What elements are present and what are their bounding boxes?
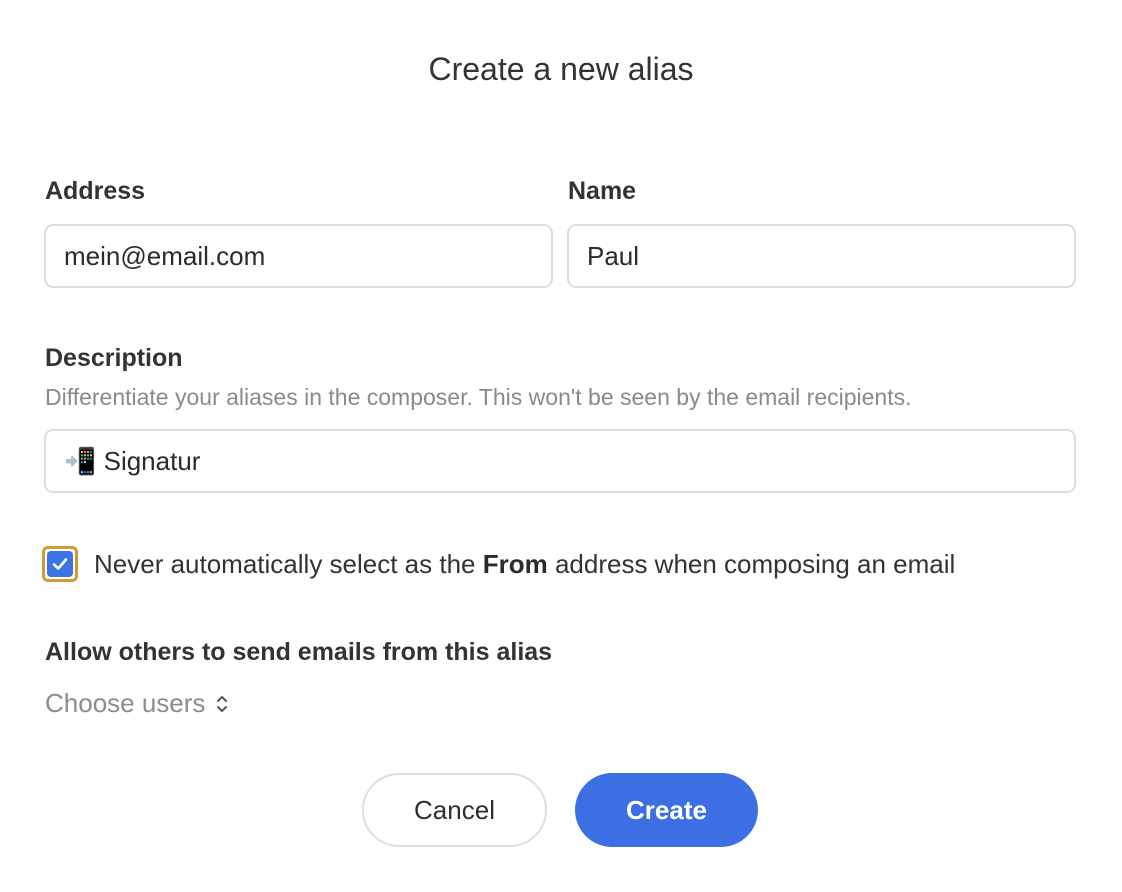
- checkmark-icon: [47, 551, 73, 577]
- choose-users-picker[interactable]: Choose users: [45, 688, 229, 719]
- address-input[interactable]: [44, 224, 553, 288]
- never-auto-select-text-after: address when composing an email: [547, 548, 956, 579]
- cancel-button[interactable]: Cancel: [362, 773, 547, 847]
- never-auto-select-text-bold: From: [482, 548, 548, 579]
- never-auto-select-text-before: Never automatically select as the: [94, 548, 483, 579]
- create-button[interactable]: Create: [575, 773, 758, 847]
- never-auto-select-row[interactable]: Never automatically select as the From a…: [42, 544, 955, 584]
- name-input[interactable]: [567, 224, 1076, 288]
- description-input[interactable]: [44, 429, 1076, 493]
- choose-users-label: Choose users: [45, 688, 206, 718]
- never-auto-select-checkbox[interactable]: [42, 546, 78, 582]
- allow-others-label: Allow others to send emails from this al…: [45, 638, 553, 666]
- dialog-title: Create a new alias: [428, 51, 694, 87]
- address-label: Address: [45, 177, 146, 205]
- create-alias-dialog: Create a new alias Address Name Descript…: [0, 0, 1122, 892]
- name-label: Name: [568, 177, 637, 205]
- description-label: Description: [45, 344, 183, 372]
- description-hint: Differentiate your aliases in the compos…: [45, 384, 912, 410]
- chevron-up-down-icon: [217, 695, 228, 712]
- never-auto-select-text: Never automatically select as the From a…: [94, 549, 955, 580]
